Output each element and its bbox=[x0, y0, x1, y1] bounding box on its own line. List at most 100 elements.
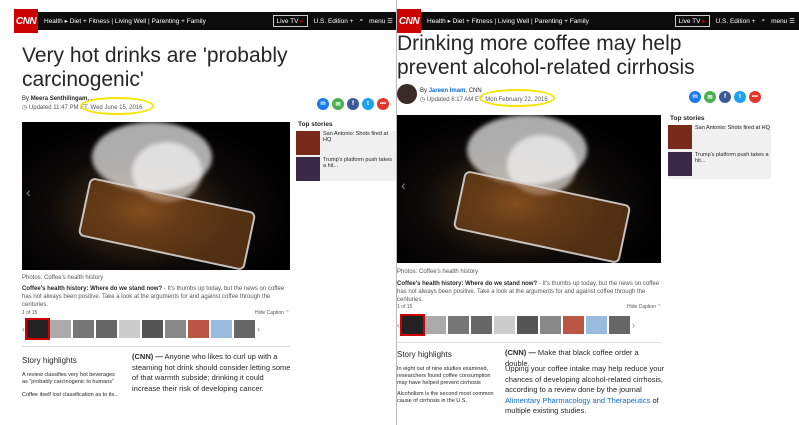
left-article: CNN Health ▸ Diet + Fitness | Living Wel… bbox=[0, 0, 397, 425]
live-tv-button[interactable]: Live TV ▸ bbox=[272, 15, 308, 27]
gallery-thumbnails: ‹ › bbox=[397, 314, 635, 336]
messenger-icon[interactable]: m bbox=[317, 98, 329, 110]
chevron-right-icon[interactable]: › bbox=[632, 320, 635, 330]
gallery-counter: 1 of 15 bbox=[22, 310, 38, 316]
divider bbox=[22, 346, 290, 347]
photos-label: Photos: Coffee's health history bbox=[397, 269, 479, 275]
photo-caption: Coffee's health history: Where do we sta… bbox=[22, 285, 292, 309]
gallery-thumb[interactable] bbox=[211, 320, 232, 338]
gallery-thumb[interactable] bbox=[609, 316, 630, 334]
gallery-thumb[interactable] bbox=[25, 318, 50, 340]
gallery-thumb[interactable] bbox=[234, 320, 255, 338]
author-link[interactable]: Jareen Imam bbox=[429, 88, 466, 94]
gallery-thumb[interactable] bbox=[494, 316, 515, 334]
search-icon[interactable]: ⌕ bbox=[761, 17, 765, 25]
gallery-photo[interactable]: ‹ bbox=[22, 122, 290, 270]
gallery-thumb[interactable] bbox=[400, 314, 425, 336]
hide-caption-button[interactable]: Hide Caption ⌃ bbox=[627, 304, 662, 310]
chevron-left-icon[interactable]: ‹ bbox=[397, 320, 400, 330]
article-body-2: Upping your coffee intake may help reduc… bbox=[505, 364, 667, 417]
search-icon[interactable]: ⌕ bbox=[359, 17, 363, 25]
gallery-thumb[interactable] bbox=[563, 316, 584, 334]
photo-caption: Coffee's health history: Where do we sta… bbox=[397, 280, 665, 304]
caption-lead: Coffee's health history: Where do we sta… bbox=[22, 286, 163, 292]
author-avatar bbox=[397, 84, 417, 104]
story-title: San Antonio: Shots fired at HQ bbox=[695, 125, 770, 131]
edition-selector[interactable]: U.S. Edition + bbox=[716, 18, 756, 25]
highlight-item: Alcoholism is the second most common cau… bbox=[397, 391, 494, 404]
story-thumbnail bbox=[668, 125, 692, 149]
body-lead: (CNN) — bbox=[132, 352, 163, 361]
chevron-left-icon[interactable]: ‹ bbox=[22, 324, 25, 334]
clock-icon: ◷ bbox=[420, 97, 426, 103]
story-highlights-title: Story highlights bbox=[22, 356, 77, 365]
highlight-item: Coffee itself lost classification as to … bbox=[22, 392, 119, 398]
gallery-thumb[interactable] bbox=[448, 316, 469, 334]
comparison-page: CNN Health ▸ Diet + Fitness | Living Wel… bbox=[0, 0, 799, 425]
gallery-thumb[interactable] bbox=[96, 320, 117, 338]
gallery-photo[interactable]: ‹ bbox=[397, 115, 661, 263]
highlight-item: In eight out of nine studies examined, r… bbox=[397, 366, 491, 386]
story-highlights-title: Story highlights bbox=[397, 350, 452, 359]
date-highlight-ellipse bbox=[80, 97, 154, 115]
story-title: Trump's platform push takes a hit... bbox=[695, 152, 769, 164]
top-story-2[interactable]: Trump's platform push takes a hit... bbox=[296, 157, 396, 181]
cnn-logo[interactable]: CNN bbox=[397, 9, 421, 33]
gallery-thumb[interactable] bbox=[73, 320, 94, 338]
section-nav[interactable]: Health ▸ Diet + Fitness | Living Well | … bbox=[44, 17, 206, 25]
more-icon[interactable]: ••• bbox=[377, 98, 389, 110]
twitter-icon[interactable]: t bbox=[734, 91, 746, 103]
body-lead: (CNN) — bbox=[505, 348, 536, 357]
gallery-thumb[interactable] bbox=[188, 320, 209, 338]
gallery-thumb[interactable] bbox=[142, 320, 163, 338]
article-body: (CNN) — Anyone who likes to curl up with… bbox=[132, 352, 292, 394]
top-nav-bar: CNN Health ▸ Diet + Fitness | Living Wel… bbox=[397, 9, 799, 33]
chevron-left-icon[interactable]: ‹ bbox=[26, 184, 31, 200]
divider bbox=[397, 342, 661, 343]
section-nav[interactable]: Health ▸ Diet + Fitness | Living Well | … bbox=[427, 17, 589, 25]
gallery-thumb[interactable] bbox=[119, 320, 140, 338]
story-thumbnail bbox=[296, 157, 320, 181]
story-thumbnail bbox=[668, 152, 692, 176]
right-article: CNN Health ▸ Diet + Fitness | Living Wel… bbox=[397, 0, 799, 425]
edition-selector[interactable]: U.S. Edition + bbox=[314, 18, 354, 25]
top-story-1[interactable]: San Antonio: Shots fired at HQ bbox=[296, 131, 396, 155]
story-title: Trump's platform push takes a hit... bbox=[323, 157, 393, 169]
gallery-thumb[interactable] bbox=[517, 316, 538, 334]
facebook-icon[interactable]: f bbox=[347, 98, 359, 110]
article-headline: Very hot drinks are 'probably carcinogen… bbox=[22, 44, 288, 91]
journal-link[interactable]: Alimentary Pharmacology and Therapeutics bbox=[505, 396, 650, 405]
menu-button[interactable]: menu ☰ bbox=[369, 17, 393, 25]
twitter-icon[interactable]: t bbox=[362, 98, 374, 110]
chevron-left-icon[interactable]: ‹ bbox=[401, 177, 406, 193]
gallery-thumb[interactable] bbox=[471, 316, 492, 334]
clock-icon: ◷ bbox=[22, 105, 28, 111]
top-stories-title: Top stories bbox=[298, 121, 333, 128]
share-bar: m ✉ f t ••• bbox=[689, 91, 761, 103]
top-story-2[interactable]: Trump's platform push takes a hit... bbox=[668, 152, 770, 176]
highlight-item: A review classifies very hot beverages a… bbox=[22, 372, 115, 385]
menu-button[interactable]: menu ☰ bbox=[771, 17, 795, 25]
messenger-icon[interactable]: m bbox=[689, 91, 701, 103]
gallery-thumb[interactable] bbox=[425, 316, 446, 334]
gallery-thumb[interactable] bbox=[165, 320, 186, 338]
body-paragraph-2: Upping your coffee intake may help reduc… bbox=[505, 364, 665, 394]
story-title: San Antonio: Shots fired at HQ bbox=[323, 131, 389, 143]
article-headline: Drinking more coffee may help prevent al… bbox=[397, 32, 695, 79]
gallery-thumb[interactable] bbox=[50, 320, 71, 338]
email-icon[interactable]: ✉ bbox=[332, 98, 344, 110]
top-nav-bar: CNN Health ▸ Diet + Fitness | Living Wel… bbox=[14, 9, 397, 33]
caption-lead: Coffee's health history: Where do we sta… bbox=[397, 281, 538, 287]
gallery-thumbnails: ‹ › bbox=[22, 318, 260, 340]
more-icon[interactable]: ••• bbox=[749, 91, 761, 103]
hide-caption-button[interactable]: Hide Caption ⌃ bbox=[255, 310, 290, 316]
top-story-1[interactable]: San Antonio: Shots fired at HQ bbox=[668, 125, 770, 149]
email-icon[interactable]: ✉ bbox=[704, 91, 716, 103]
story-thumbnail bbox=[296, 131, 320, 155]
live-tv-button[interactable]: Live TV ▸ bbox=[674, 15, 710, 27]
gallery-thumb[interactable] bbox=[540, 316, 561, 334]
gallery-thumb[interactable] bbox=[586, 316, 607, 334]
facebook-icon[interactable]: f bbox=[719, 91, 731, 103]
chevron-right-icon[interactable]: › bbox=[257, 324, 260, 334]
cnn-logo[interactable]: CNN bbox=[14, 9, 38, 33]
